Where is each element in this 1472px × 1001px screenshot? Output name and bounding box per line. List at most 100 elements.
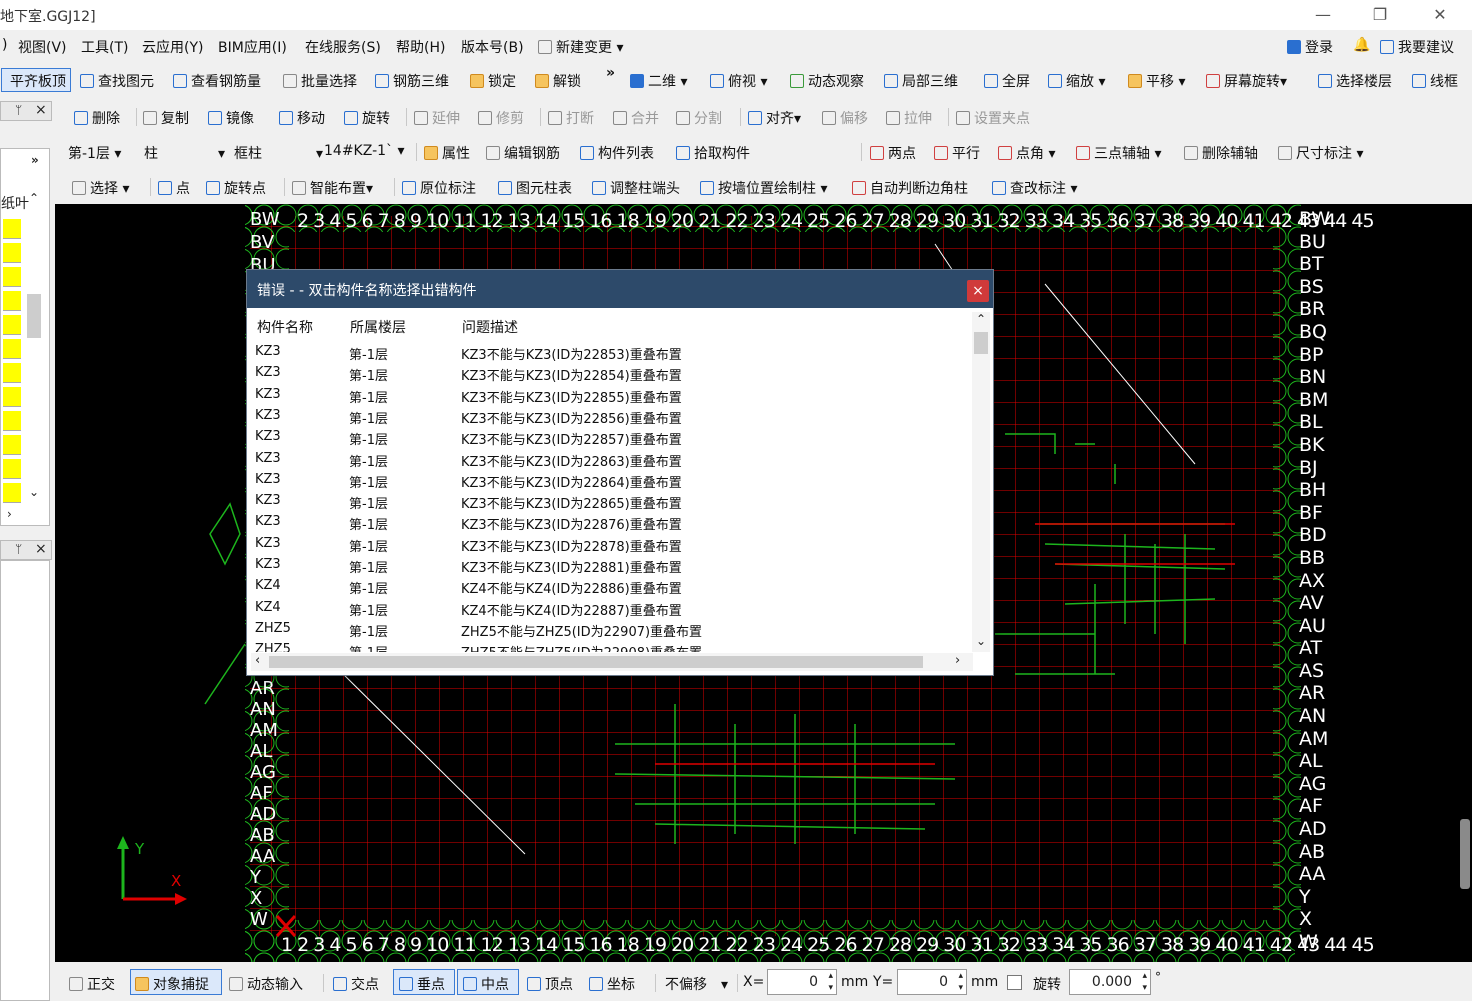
vertex-snap[interactable]: 顶点 (527, 974, 573, 994)
notify-icon[interactable]: 🔔 (1353, 37, 1370, 53)
table-row[interactable]: KZ3 第-1层 KZ3不能与KZ3(ID为22856)重叠布置 (247, 406, 969, 427)
table-row[interactable]: ZHZ5 第-1层 ZHZ5不能与ZHZ5(ID为22908)重叠布置 (247, 640, 969, 652)
ortho-toggle[interactable]: 正交 (69, 974, 115, 994)
menu-version[interactable]: 版本号(B) (461, 37, 524, 57)
trim-button[interactable]: 修剪 (478, 108, 524, 128)
close-panel-icon-2[interactable]: × (35, 541, 47, 557)
screen-rotate-button[interactable]: 屏幕旋转▾ (1206, 71, 1287, 91)
login-button[interactable]: 登录 (1287, 37, 1333, 57)
delete-axis-button[interactable]: 删除辅轴 (1184, 143, 1258, 163)
suggest-button[interactable]: 我要建议 (1380, 37, 1454, 57)
split-button[interactable]: 分割 (676, 108, 722, 128)
table-row[interactable]: KZ3 第-1层 KZ3不能与KZ3(ID为22865)重叠布置 (247, 491, 969, 512)
expand-chevron-icon[interactable]: » (31, 153, 39, 167)
align-button[interactable]: 对齐▾ (748, 108, 801, 128)
table-row[interactable]: KZ3 第-1层 KZ3不能与KZ3(ID为22878)重叠布置 (247, 534, 969, 555)
menu-bim[interactable]: BIM应用(I) (218, 37, 287, 57)
wireframe-button[interactable]: 线框 (1412, 71, 1458, 91)
lock-button[interactable]: 锁定 (470, 71, 516, 91)
stretch-button[interactable]: 拉伸 (886, 108, 932, 128)
scroll-up-arrow-icon[interactable]: ⌃ (976, 312, 986, 326)
point-angle-button[interactable]: 点角 ▾ (998, 143, 1055, 163)
col-header-floor[interactable]: 所属楼层 (350, 317, 406, 337)
scroll-left-arrow-icon[interactable]: ‹ (255, 653, 260, 668)
table-row[interactable]: KZ3 第-1层 KZ3不能与KZ3(ID为22864)重叠布置 (247, 470, 969, 491)
table-row[interactable]: ZHZ5 第-1层 ZHZ5不能与ZHZ5(ID为22907)重叠布置 (247, 619, 969, 640)
member-list-button[interactable]: 构件列表 (580, 143, 654, 163)
table-row[interactable]: KZ3 第-1层 KZ3不能与KZ3(ID为22863)重叠布置 (247, 449, 969, 470)
scroll-right-icon[interactable]: › (7, 507, 12, 521)
object-snap-toggle[interactable]: 对象捕捉 (135, 974, 209, 994)
two-point-axis-button[interactable]: 两点 (870, 143, 916, 163)
restore-icon[interactable]: ❐ (1360, 4, 1400, 26)
set-grip-button[interactable]: 设置夹点 (956, 108, 1030, 128)
fullscreen-button[interactable]: 全屏 (984, 71, 1030, 91)
rotate-button[interactable]: 旋转 (344, 108, 390, 128)
menu-new-change[interactable]: 新建变更 ▾ (538, 37, 623, 57)
flush-slab-button[interactable]: 平齐板顶 (10, 71, 66, 91)
panel-scroll-thumb[interactable] (27, 294, 41, 338)
adjust-column-end-button[interactable]: 调整柱端头 (592, 178, 680, 198)
table-row[interactable]: KZ3 第-1层 KZ3不能与KZ3(ID为22881)重叠布置 (247, 555, 969, 576)
close-icon[interactable]: ✕ (1420, 4, 1460, 26)
table-row[interactable]: KZ3 第-1层 KZ3不能与KZ3(ID为22857)重叠布置 (247, 427, 969, 448)
floor-select[interactable]: 第-1层 ▾ (68, 143, 121, 163)
break-button[interactable]: 打断 (548, 108, 594, 128)
view-2d-button[interactable]: 二维 ▾ (630, 71, 687, 91)
modify-annotation-button[interactable]: 查改标注 ▾ (992, 178, 1077, 198)
rotate-checkbox[interactable] (1007, 975, 1022, 990)
view-rebar-button[interactable]: 查看钢筋量 (173, 71, 261, 91)
midpoint-snap[interactable]: 中点 (463, 974, 509, 994)
intersection-snap[interactable]: 交点 (333, 974, 379, 994)
move-button[interactable]: 移动 (279, 108, 325, 128)
zoom-button[interactable]: 缩放 ▾ (1048, 71, 1105, 91)
scroll-right-arrow-icon[interactable]: › (955, 653, 960, 668)
perpendicular-snap[interactable]: 垂点 (399, 974, 445, 994)
pin-icon-2[interactable]: ᛘ (15, 542, 22, 556)
three-point-axis-button[interactable]: 三点辅轴 ▾ (1076, 143, 1161, 163)
unlock-button[interactable]: 解锁 (535, 71, 581, 91)
dialog-vscroll-thumb[interactable] (974, 332, 988, 354)
menu-view[interactable]: 视图(V) (18, 37, 67, 57)
table-row[interactable]: KZ3 第-1层 KZ3不能与KZ3(ID为22854)重叠布置 (247, 363, 969, 384)
dialog-title-bar[interactable]: 错误 - - 双击构件名称选择出错构件 × (247, 270, 993, 308)
offset-mode-select[interactable]: 不偏移 ▾ (665, 974, 728, 994)
close-panel-icon[interactable]: × (35, 102, 47, 118)
find-element-button[interactable]: 查找图元 (80, 71, 154, 91)
parallel-axis-button[interactable]: 平行 (934, 143, 980, 163)
delete-button[interactable]: 删除 (74, 108, 120, 128)
table-row[interactable]: KZ3 第-1层 KZ3不能与KZ3(ID为22855)重叠布置 (247, 385, 969, 406)
pin-icon[interactable]: ᛘ (15, 103, 22, 117)
menu-cloud[interactable]: 云应用(Y) (142, 37, 203, 57)
mirror-button[interactable]: 镜像 (208, 108, 254, 128)
coordinate-snap[interactable]: 坐标 (589, 974, 635, 994)
dialog-hscroll[interactable]: ‹ › (251, 653, 973, 671)
select-button[interactable]: 选择 ▾ (72, 178, 129, 198)
menu-online[interactable]: 在线服务(S) (305, 37, 381, 57)
top-view-button[interactable]: 俯视 ▾ (710, 71, 767, 91)
pick-member-button[interactable]: 拾取构件 (676, 143, 750, 163)
dialog-close-icon[interactable]: × (967, 280, 989, 302)
minimize-icon[interactable]: — (1303, 4, 1343, 26)
dialog-vscroll[interactable]: ⌃ ⌄ (972, 312, 990, 652)
dialog-hscroll-thumb[interactable] (269, 656, 923, 668)
table-row[interactable]: KZ3 第-1层 KZ3不能与KZ3(ID为22853)重叠布置 (247, 342, 969, 363)
column-table-button[interactable]: 图元柱表 (498, 178, 572, 198)
dimension-button[interactable]: 尺寸标注 ▾ (1278, 143, 1363, 163)
more-chevron-icon[interactable]: » (606, 65, 615, 81)
col-header-desc[interactable]: 问题描述 (462, 317, 518, 337)
orbit-button[interactable]: 动态观察 (790, 71, 864, 91)
local-3d-button[interactable]: 局部三维 (884, 71, 958, 91)
batch-select-button[interactable]: 批量选择 (283, 71, 357, 91)
merge-button[interactable]: 合并 (613, 108, 659, 128)
table-row[interactable]: KZ3 第-1层 KZ3不能与KZ3(ID为22876)重叠布置 (247, 512, 969, 533)
offset-button[interactable]: 偏移 (822, 108, 868, 128)
copy-button[interactable]: 复制 (143, 108, 189, 128)
draw-by-wall-button[interactable]: 按墙位置绘制柱 ▾ (700, 178, 827, 198)
pan-button[interactable]: 平移 ▾ (1128, 71, 1185, 91)
canvas-side-handle[interactable] (1460, 819, 1470, 889)
rotate-angle-input[interactable]: 0.000 ▴ ▾ (1069, 969, 1151, 995)
scroll-down-icon[interactable]: ⌄ (29, 485, 39, 499)
smart-layout-button[interactable]: 智能布置▾ (292, 178, 373, 198)
menu-tools[interactable]: 工具(T) (81, 37, 128, 57)
